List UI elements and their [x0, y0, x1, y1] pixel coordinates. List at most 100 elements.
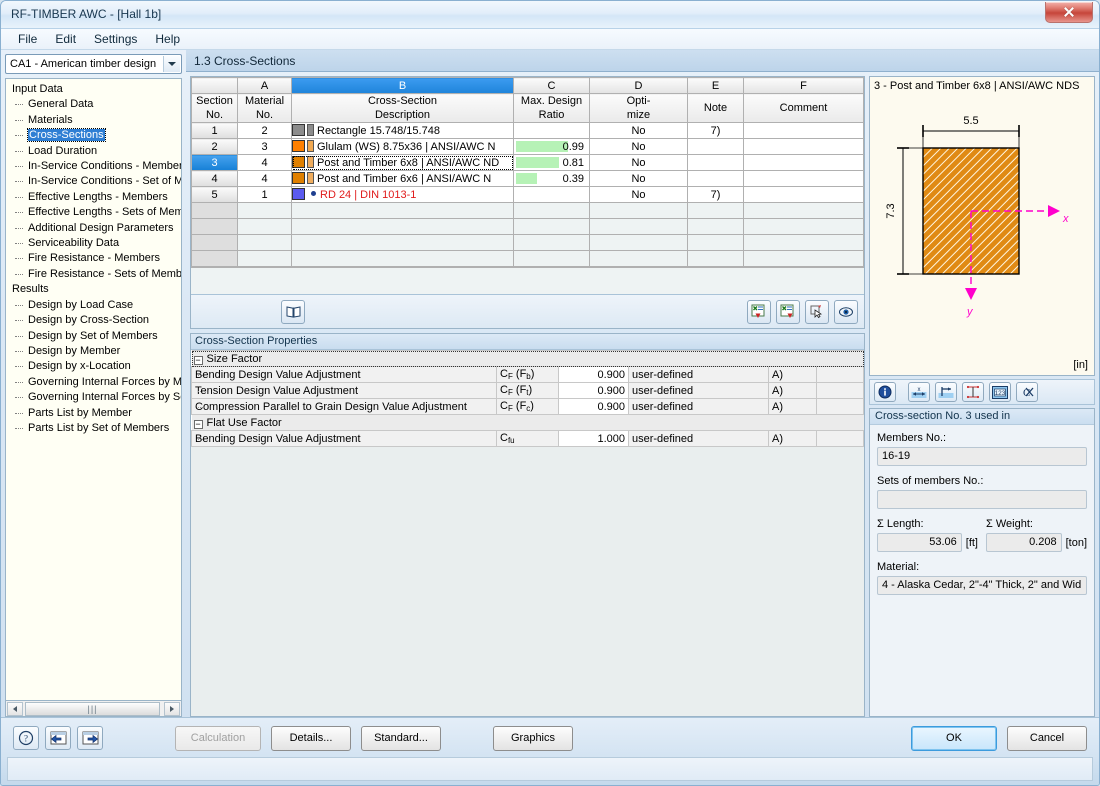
- cell-empty[interactable]: [513, 218, 590, 235]
- menu-item-settings[interactable]: Settings: [85, 30, 146, 48]
- sidebar-item-parts-list-by-set[interactable]: Parts List by Set of Members: [6, 421, 181, 436]
- pick-section-icon[interactable]: [805, 299, 829, 324]
- cell-description[interactable]: Post and Timber 6x6 | ANSI/AWC N: [291, 170, 514, 187]
- cell-description[interactable]: Post and Timber 6x8 | ANSI/AWC ND: [291, 154, 514, 171]
- cell-empty[interactable]: [743, 250, 864, 267]
- cell-optimize[interactable]: No: [589, 122, 688, 139]
- property-row[interactable]: Bending Design Value Adjustment Cfu 1.00…: [191, 430, 864, 447]
- sidebar-item-design-by-set-of-members[interactable]: Design by Set of Members: [6, 329, 181, 344]
- scroll-left-icon[interactable]: [7, 701, 23, 716]
- cell-max-design-ratio[interactable]: 0.99: [513, 138, 590, 155]
- menu-item-file[interactable]: File: [9, 30, 46, 48]
- col-letter-a[interactable]: A: [237, 77, 292, 94]
- scroll-right-icon[interactable]: [164, 701, 180, 716]
- details-button[interactable]: Details...: [271, 725, 351, 751]
- property-value[interactable]: 0.900: [558, 366, 629, 383]
- col-letter-e[interactable]: E: [687, 77, 744, 94]
- sidebar-item-fire-resistance-sets[interactable]: Fire Resistance - Sets of Memb: [6, 267, 181, 282]
- menu-item-edit[interactable]: Edit: [46, 30, 85, 48]
- close-icon[interactable]: [1045, 2, 1093, 23]
- sidebar-item-governing-forces-by-member[interactable]: Governing Internal Forces by M: [6, 375, 181, 390]
- cell-material-no[interactable]: 4: [237, 170, 292, 187]
- sidebar-item-in-service-sets[interactable]: In-Service Conditions - Set of M: [6, 174, 181, 189]
- help-icon[interactable]: ?: [13, 726, 39, 750]
- cell-max-design-ratio[interactable]: 0.81: [513, 154, 590, 171]
- property-group-size-factor[interactable]: − Size Factor: [191, 350, 864, 367]
- cell-empty[interactable]: [589, 218, 688, 235]
- col-letter-d[interactable]: D: [589, 77, 688, 94]
- col-letter-b[interactable]: B: [291, 77, 514, 94]
- cell-material-no[interactable]: 1: [237, 186, 292, 203]
- table-empty-row[interactable]: [191, 202, 864, 219]
- graphics-button[interactable]: Graphics: [493, 725, 573, 751]
- design-case-combobox[interactable]: CA1 - American timber design: [5, 54, 182, 74]
- cross-section-graphic[interactable]: 3 - Post and Timber 6x8 | ANSI/AWC NDS 5…: [869, 76, 1095, 376]
- cell-empty[interactable]: [237, 218, 292, 235]
- cell-empty[interactable]: [291, 250, 514, 267]
- cell-optimize[interactable]: No: [589, 170, 688, 187]
- cell-section-no[interactable]: 3: [191, 154, 238, 171]
- table-row[interactable]: 1 2 Rectangle 15.748/15.748 No 7): [191, 122, 864, 139]
- tree-horizontal-scrollbar[interactable]: |||: [5, 701, 182, 717]
- sidebar-item-additional-design-parameters[interactable]: Additional Design Parameters: [6, 221, 181, 236]
- x-dimension-icon[interactable]: x: [908, 382, 930, 402]
- cell-empty[interactable]: [513, 202, 590, 219]
- cell-empty[interactable]: [291, 218, 514, 235]
- cell-material-no[interactable]: 2: [237, 122, 292, 139]
- sidebar-item-effective-lengths-sets[interactable]: Effective Lengths - Sets of Mem: [6, 205, 181, 220]
- hide-dimensions-icon[interactable]: C: [1016, 382, 1038, 402]
- sidebar-item-parts-list-by-member[interactable]: Parts List by Member: [6, 406, 181, 421]
- property-group-flat-use-factor[interactable]: − Flat Use Factor: [191, 414, 864, 431]
- previous-icon[interactable]: [45, 726, 71, 750]
- cell-optimize[interactable]: No: [589, 154, 688, 171]
- cancel-button[interactable]: Cancel: [1007, 725, 1087, 751]
- cell-section-no[interactable]: 1: [191, 122, 238, 139]
- menu-item-help[interactable]: Help: [146, 30, 189, 48]
- cell-empty[interactable]: [237, 234, 292, 251]
- property-value[interactable]: 0.900: [558, 382, 629, 399]
- cell-section-no[interactable]: 2: [191, 138, 238, 155]
- table-row[interactable]: 5 1 RD 24 | DIN 1013-1 No 7): [191, 186, 864, 203]
- cell-max-design-ratio[interactable]: [513, 122, 590, 139]
- cell-material-no[interactable]: 4: [237, 154, 292, 171]
- calculation-button[interactable]: Calculation: [175, 725, 261, 751]
- cell-max-design-ratio[interactable]: [513, 186, 590, 203]
- axis-icon[interactable]: [935, 382, 957, 402]
- table-row[interactable]: 4 4 Post and Timber 6x6 | ANSI/AWC N 0.3…: [191, 170, 864, 187]
- cell-max-design-ratio[interactable]: 0.39: [513, 170, 590, 187]
- property-row[interactable]: Bending Design Value Adjustment CF (Fb) …: [191, 366, 864, 383]
- cell-section-no[interactable]: 4: [191, 170, 238, 187]
- property-row[interactable]: Compression Parallel to Grain Design Val…: [191, 398, 864, 415]
- cell-comment[interactable]: [743, 122, 864, 139]
- table-empty-row[interactable]: [191, 250, 864, 267]
- cell-empty[interactable]: [743, 234, 864, 251]
- sidebar-item-design-by-cross-section[interactable]: Design by Cross-Section: [6, 313, 181, 328]
- dimension-lines-icon[interactable]: [962, 382, 984, 402]
- cell-optimize[interactable]: No: [589, 138, 688, 155]
- cell-material-no[interactable]: 3: [237, 138, 292, 155]
- table-row[interactable]: 2 3 Glulam (WS) 8.75x36 | ANSI/AWC N 0.9…: [191, 138, 864, 155]
- cell-description[interactable]: Glulam (WS) 8.75x36 | ANSI/AWC N: [291, 138, 514, 155]
- scrollbar-thumb[interactable]: |||: [25, 701, 160, 716]
- sidebar-item-design-by-x-location[interactable]: Design by x-Location: [6, 359, 181, 374]
- cell-empty[interactable]: [687, 202, 744, 219]
- sidebar-item-general-data[interactable]: General Data: [6, 97, 181, 112]
- cell-empty[interactable]: [589, 202, 688, 219]
- cell-comment[interactable]: [743, 186, 864, 203]
- cell-empty[interactable]: [237, 202, 292, 219]
- cell-empty[interactable]: [743, 202, 864, 219]
- standard-button[interactable]: Standard...: [361, 725, 441, 751]
- property-value[interactable]: 1.000: [558, 430, 629, 447]
- sidebar-item-serviceability-data[interactable]: Serviceability Data: [6, 236, 181, 251]
- sidebar-item-fire-resistance-members[interactable]: Fire Resistance - Members: [6, 251, 181, 266]
- sidebar-item-effective-lengths-members[interactable]: Effective Lengths - Members: [6, 190, 181, 205]
- sidebar-item-design-by-member[interactable]: Design by Member: [6, 344, 181, 359]
- sidebar-item-materials[interactable]: Materials: [6, 113, 181, 128]
- import-red-icon[interactable]: [747, 299, 771, 324]
- cell-empty[interactable]: [743, 218, 864, 235]
- cell-description[interactable]: Rectangle 15.748/15.748: [291, 122, 514, 139]
- col-letter-f[interactable]: F: [743, 77, 864, 94]
- cell-empty[interactable]: [687, 234, 744, 251]
- sidebar-item-load-duration[interactable]: Load Duration: [6, 144, 181, 159]
- table-empty-row[interactable]: [191, 218, 864, 235]
